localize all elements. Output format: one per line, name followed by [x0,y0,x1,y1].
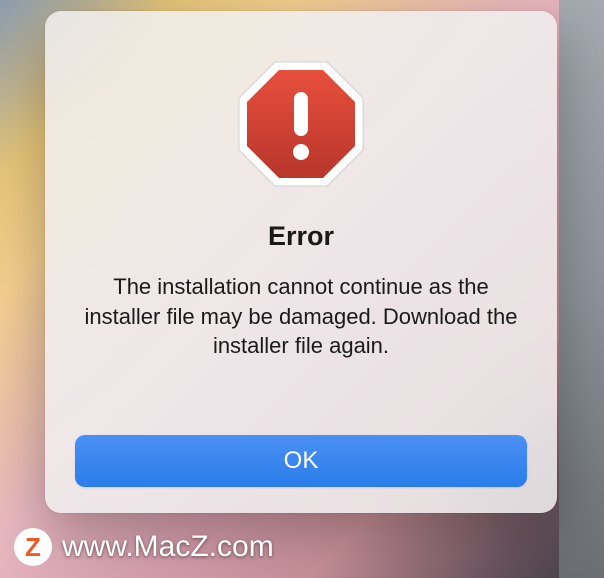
watermark-text: www.MacZ.com [62,530,274,564]
error-dialog: Error The installation cannot continue a… [45,11,557,513]
watermark: Z www.MacZ.com [14,528,274,566]
ok-button[interactable]: OK [75,435,527,487]
dialog-message: The installation cannot continue as the … [75,272,527,435]
watermark-logo-icon: Z [14,528,52,566]
error-icon [226,49,376,199]
dialog-title: Error [268,221,334,252]
background-sidebar [559,0,604,578]
